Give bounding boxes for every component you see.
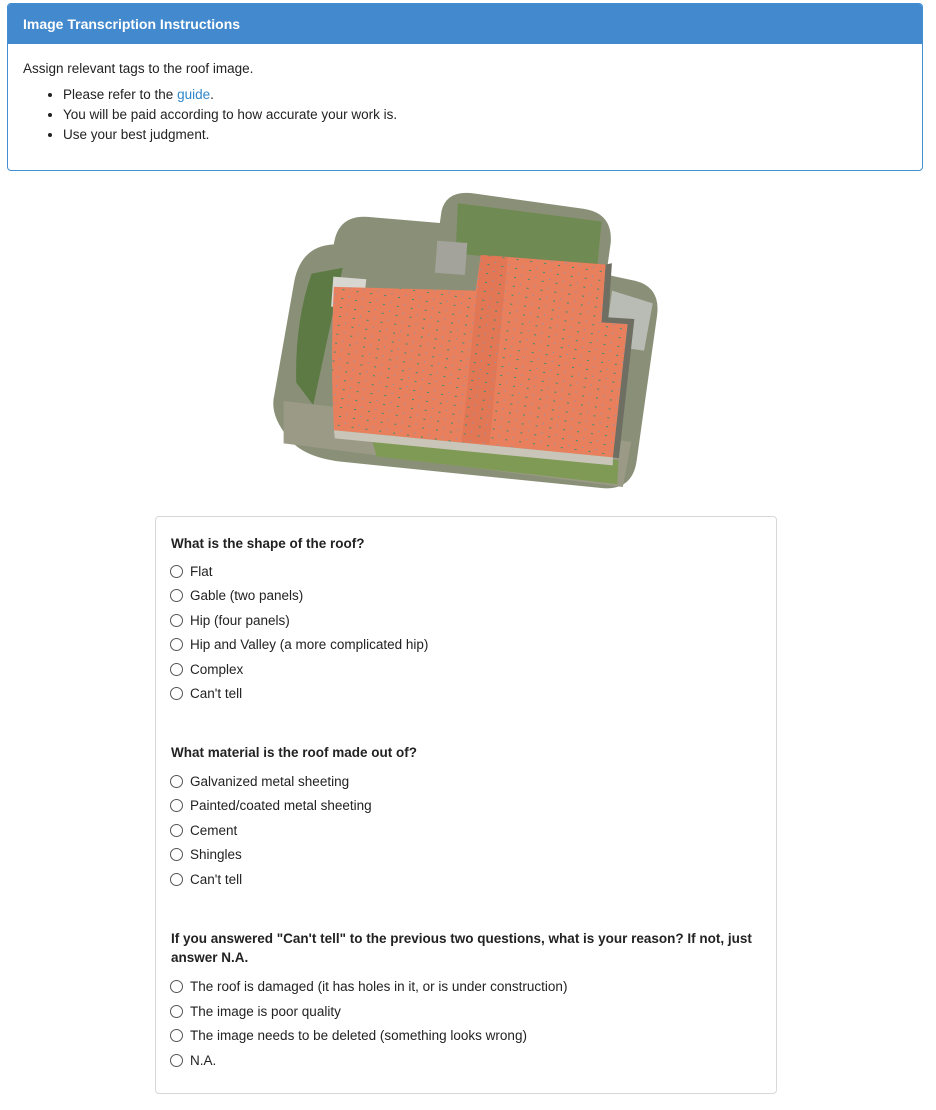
instruction-item-pay: You will be paid according to how accura… — [63, 105, 907, 125]
radio-button[interactable] — [170, 774, 183, 788]
option-hip-and-valley[interactable]: Hip and Valley (a more complicated hip) — [170, 634, 428, 654]
radio-button[interactable] — [170, 588, 183, 602]
option-label: Flat — [190, 563, 213, 579]
option-poor-quality[interactable]: The image is poor quality — [170, 1001, 341, 1021]
radio-button[interactable] — [170, 979, 183, 993]
option-painted-metal[interactable]: Painted/coated metal sheeting — [170, 795, 372, 815]
option-label: Gable (two panels) — [190, 587, 304, 603]
option-galvanized-metal[interactable]: Galvanized metal sheeting — [170, 771, 349, 791]
option-label: Galvanized metal sheeting — [190, 773, 350, 789]
question-roof-shape: What is the shape of the roof? — [171, 536, 365, 551]
option-label: Shingles — [190, 846, 242, 862]
radio-button[interactable] — [170, 613, 183, 627]
guide-link[interactable]: guide — [177, 87, 210, 102]
instructions-panel: Image Transcription Instructions Assign … — [7, 3, 923, 171]
option-shape-cant-tell[interactable]: Can't tell — [170, 683, 242, 703]
option-gable[interactable]: Gable (two panels) — [170, 585, 303, 605]
option-label: Hip (four panels) — [190, 612, 290, 628]
radio-button[interactable] — [170, 1053, 183, 1067]
option-complex[interactable]: Complex — [170, 659, 243, 679]
roof-tagging-form: What is the shape of the roof? Flat Gabl… — [155, 516, 777, 1094]
question-roof-material: What material is the roof made out of? — [171, 745, 418, 760]
instruction-item-judgment: Use your best judgment. — [63, 125, 907, 145]
option-label: The image needs to be deleted (something… — [190, 1027, 527, 1043]
radio-button[interactable] — [170, 686, 183, 700]
aerial-tile — [273, 192, 658, 489]
option-label: The image is poor quality — [190, 1003, 341, 1019]
instructions-title: Image Transcription Instructions — [8, 4, 922, 44]
option-shingles[interactable]: Shingles — [170, 844, 242, 864]
instruction-text: Please refer to the — [63, 87, 178, 102]
roof-image — [262, 186, 672, 520]
option-label: The roof is damaged (it has holes in it,… — [190, 978, 568, 994]
radio-button[interactable] — [170, 1004, 183, 1018]
instruction-text: . — [210, 87, 214, 102]
radio-button[interactable] — [170, 872, 183, 886]
radio-button[interactable] — [170, 662, 183, 676]
option-label: N.A. — [190, 1052, 217, 1068]
option-label: Painted/coated metal sheeting — [190, 797, 372, 813]
option-material-cant-tell[interactable]: Can't tell — [170, 869, 242, 889]
option-cement[interactable]: Cement — [170, 820, 237, 840]
radio-button[interactable] — [170, 798, 183, 812]
option-label: Can't tell — [190, 685, 243, 701]
question-cant-tell-reason: If you answered "Can't tell" to the prev… — [171, 931, 752, 965]
option-label: Complex — [190, 661, 244, 677]
instructions-intro: Assign relevant tags to the roof image. — [23, 61, 254, 76]
radio-button[interactable] — [170, 823, 183, 837]
option-label: Can't tell — [190, 871, 243, 887]
option-label: Cement — [190, 822, 238, 838]
option-hip[interactable]: Hip (four panels) — [170, 610, 290, 630]
option-delete-image[interactable]: The image needs to be deleted (something… — [170, 1025, 527, 1045]
option-label: Hip and Valley (a more complicated hip) — [190, 636, 429, 652]
radio-button[interactable] — [170, 847, 183, 861]
option-roof-damaged[interactable]: The roof is damaged (it has holes in it,… — [170, 976, 567, 996]
instructions-body: Assign relevant tags to the roof image. … — [8, 44, 922, 145]
instruction-item-guide: Please refer to the guide. — [63, 85, 907, 105]
radio-button[interactable] — [170, 564, 183, 578]
option-na[interactable]: N.A. — [170, 1050, 216, 1070]
roof-aerial-photo — [273, 192, 658, 489]
instructions-list: Please refer to the guide. You will be p… — [23, 85, 907, 145]
radio-button[interactable] — [170, 1028, 183, 1042]
option-flat[interactable]: Flat — [170, 561, 213, 581]
radio-button[interactable] — [170, 637, 183, 651]
